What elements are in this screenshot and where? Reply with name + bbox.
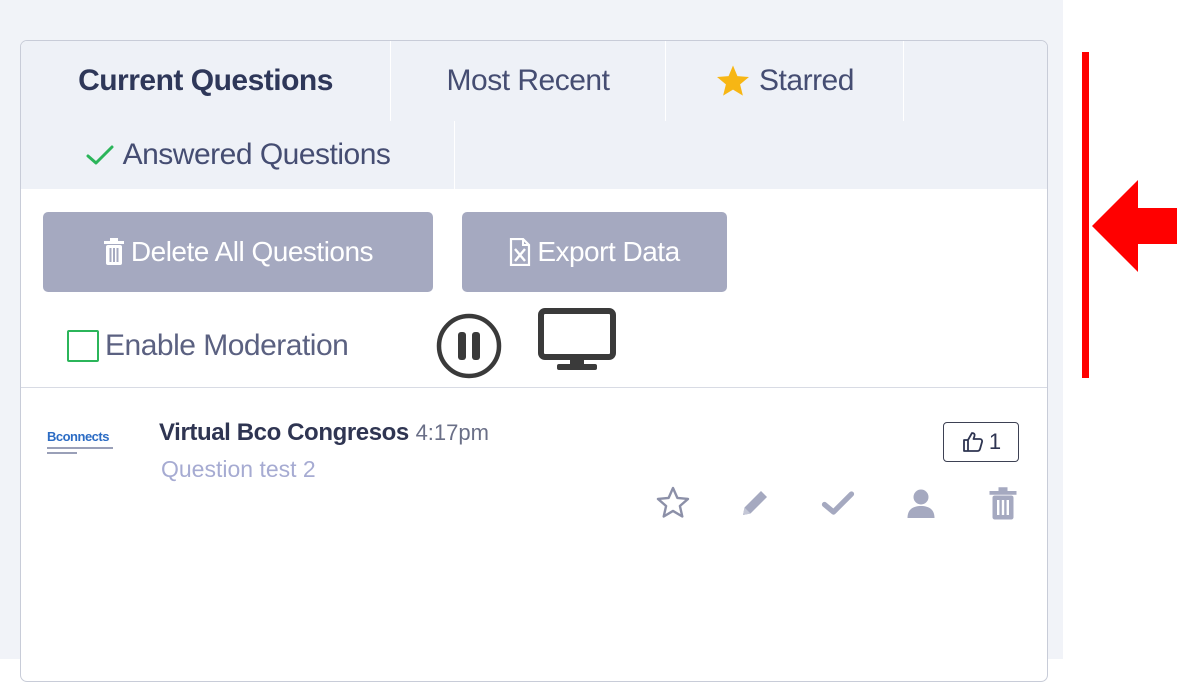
avatar-logo-text: Bconnects [47, 429, 109, 444]
export-data-label: Export Data [537, 236, 680, 267]
question-time: 4:17pm [415, 420, 489, 445]
enable-moderation-label: Enable Moderation [105, 329, 349, 362]
trash-icon[interactable] [985, 485, 1021, 526]
pencil-icon[interactable] [737, 485, 773, 526]
tab-starred[interactable]: Starred [666, 41, 904, 121]
tab-answered-questions[interactable]: Answered Questions [21, 121, 455, 189]
annotation-line [1082, 52, 1089, 378]
export-data-button[interactable]: Export Data [462, 212, 727, 292]
tab-most-recent-label: Most Recent [446, 64, 610, 97]
tab-current-questions[interactable]: Current Questions [21, 41, 391, 121]
annotation-arrow [1092, 180, 1177, 277]
thumbs-up-icon [961, 430, 985, 454]
tab-bar: Current Questions Most Recent Starred An… [21, 41, 1047, 189]
moderation-checkbox[interactable] [67, 330, 99, 362]
tab-bar-filler [904, 41, 1047, 121]
author-avatar: Bconnects [47, 429, 131, 479]
avatar-logo-lines [47, 447, 131, 454]
star-icon [715, 64, 751, 98]
delete-all-questions-button[interactable]: Delete All Questions [43, 212, 433, 292]
like-count: 1 [988, 429, 1002, 454]
tab-most-recent[interactable]: Most Recent [391, 41, 666, 121]
pause-icon[interactable] [433, 310, 505, 387]
check-icon [85, 143, 115, 167]
excel-file-icon [509, 238, 531, 266]
question-text: Question test 2 [161, 456, 316, 482]
delete-all-questions-label: Delete All Questions [130, 236, 374, 267]
qa-panel: Current Questions Most Recent Starred An… [20, 40, 1048, 682]
trash-icon [103, 238, 125, 266]
check-icon[interactable] [820, 485, 856, 526]
user-icon[interactable] [903, 485, 939, 526]
like-button[interactable]: 1 [943, 422, 1019, 462]
tab-answered-questions-label: Answered Questions [122, 138, 391, 171]
star-outline-icon[interactable] [655, 485, 691, 526]
enable-moderation-toggle[interactable]: Enable Moderation [67, 316, 349, 376]
tab-starred-label: Starred [759, 64, 854, 97]
question-author: Virtual Bco Congresos [159, 419, 409, 446]
tab-current-questions-label: Current Questions [78, 64, 333, 97]
monitor-icon[interactable] [537, 307, 617, 378]
section-divider [21, 387, 1047, 388]
question-meta: Virtual Bco Congresos 4:17pm [159, 419, 489, 447]
